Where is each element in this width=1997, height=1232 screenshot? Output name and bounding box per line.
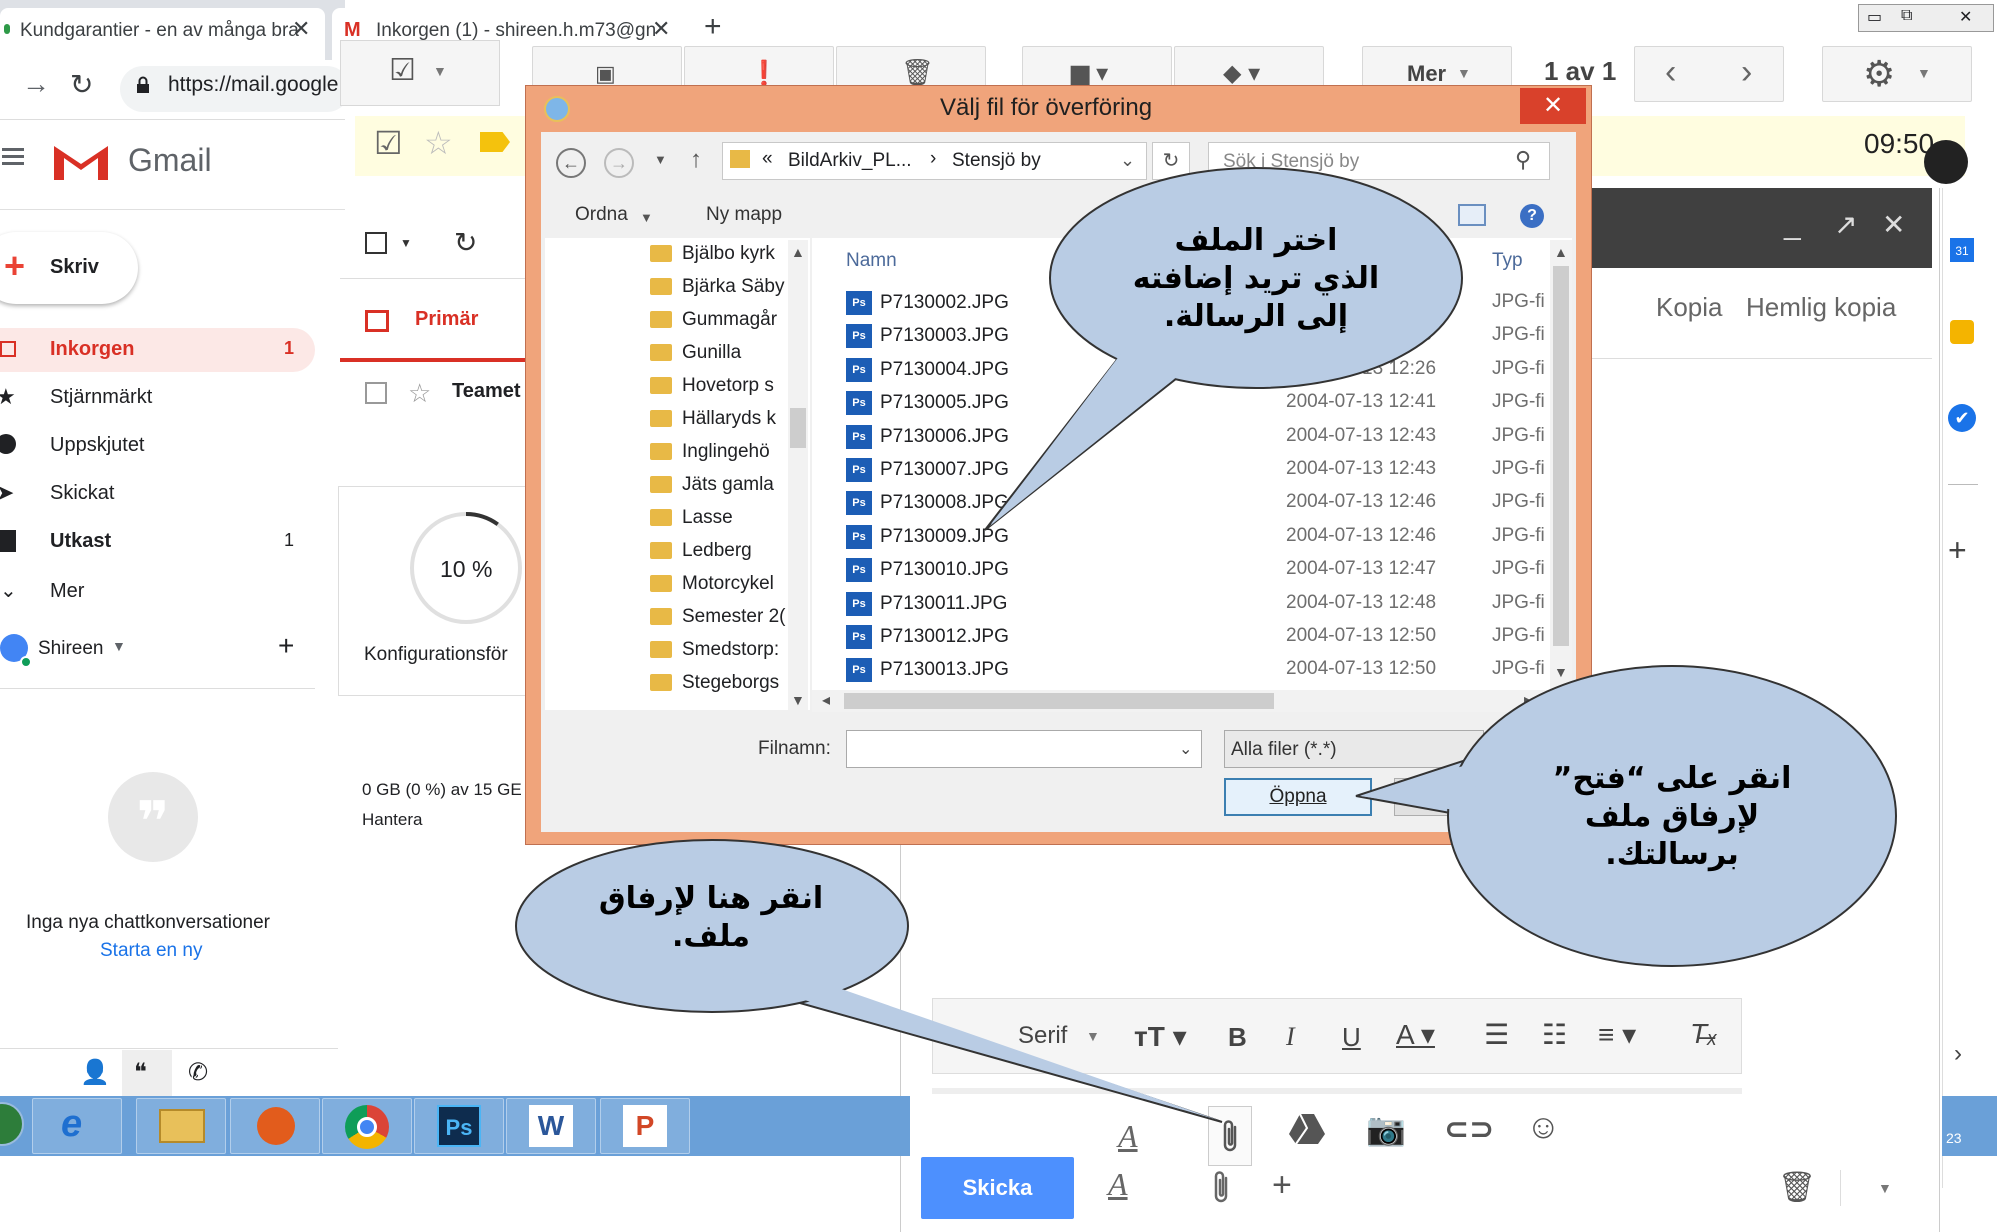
callout-click-here: انقر هنا لإرفاق ملف. — [556, 880, 866, 956]
callout-click-here-line: انقر هنا لإرفاق — [598, 881, 824, 916]
callout-click-open-line: لإرفاق ملف — [1584, 799, 1760, 834]
callout-click-here-line: ملف. — [672, 919, 750, 954]
callout-click-open: انقر على “فتح” لإرفاق ملف برسالتك. — [1502, 760, 1842, 874]
callout-bubbles — [515, 167, 1897, 1123]
callout-select-file-line: إلى الرسالة. — [1163, 299, 1349, 334]
callout-select-file-line: اختر الملف — [1174, 223, 1338, 258]
callout-select-file-line: الذي تريد إضافته — [1132, 261, 1380, 296]
callout-select-file: اختر الملف الذي تريد إضافته إلى الرسالة. — [1090, 222, 1422, 336]
callout-click-open-line: برسالتك. — [1605, 837, 1739, 872]
callout-click-open-line: انقر على “فتح” — [1552, 761, 1792, 796]
